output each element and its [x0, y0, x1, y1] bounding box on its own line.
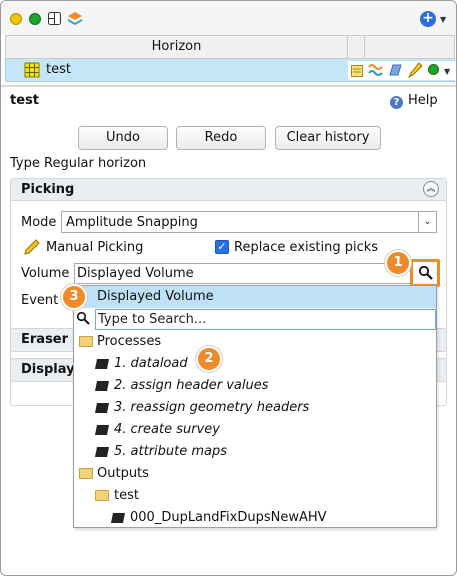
- list-item-label: 2. assign header values: [114, 378, 269, 393]
- dropdown-search-input[interactable]: [96, 310, 426, 329]
- help-label: Help: [408, 93, 438, 108]
- chevron-down-icon[interactable]: ⌄: [418, 212, 436, 232]
- volume-icon: [95, 359, 109, 369]
- redo-button[interactable]: Redo: [176, 126, 266, 150]
- clear-history-button[interactable]: Clear history: [275, 126, 381, 150]
- layers-icon[interactable]: [67, 11, 83, 26]
- volume-search-button[interactable]: [410, 259, 440, 287]
- volume-icon: [111, 513, 125, 523]
- list-item[interactable]: test: [74, 485, 436, 507]
- add-icon[interactable]: +: [420, 11, 436, 27]
- list-item[interactable]: 2. assign header values: [74, 375, 436, 397]
- list-item-label: 000_DupLandFixDupsNewAHV: [130, 510, 327, 525]
- list-item[interactable]: 4. create survey: [74, 419, 436, 441]
- type-label: Type: [10, 156, 40, 171]
- display-title: Display: [21, 362, 75, 377]
- row-label: test: [46, 62, 71, 77]
- list-item[interactable]: 5. attribute maps: [74, 441, 436, 463]
- dropdown-selected-item[interactable]: Displayed Volume: [74, 286, 436, 308]
- volume-icon: [95, 381, 109, 391]
- layout-icon[interactable]: [48, 12, 61, 25]
- replace-picks-checkbox[interactable]: ✓: [215, 240, 229, 254]
- callout-badge: 1: [385, 250, 411, 276]
- list-item-label: Processes: [97, 334, 162, 349]
- dropdown-search-field[interactable]: [95, 309, 436, 330]
- row-tools: ▼: [348, 61, 456, 80]
- search-icon: [418, 265, 433, 280]
- table-header: Horizon: [5, 35, 455, 59]
- pencil-icon: [24, 239, 40, 255]
- list-item[interactable]: Processes: [74, 331, 436, 353]
- collapse-icon[interactable]: ︽: [423, 181, 439, 197]
- yellow-status-icon[interactable]: [10, 13, 22, 25]
- mode-select[interactable]: Amplitude Snapping ⌄: [61, 211, 437, 233]
- horizon-grid-icon: [24, 62, 40, 78]
- list-item[interactable]: 3. reassign geometry headers: [74, 397, 436, 419]
- window: + ▼ Horizon test ▼ test ? Help Undo Redo…: [0, 0, 457, 576]
- list-item-label: 5. attribute maps: [114, 444, 228, 459]
- row-menu-icon[interactable]: ▼: [444, 67, 450, 76]
- wave-icon[interactable]: [368, 63, 383, 77]
- picking-title: Picking: [21, 182, 75, 197]
- eraser-title: Eraser: [21, 332, 69, 347]
- list-item-label: test: [114, 488, 139, 503]
- help-button[interactable]: ? Help: [390, 93, 438, 109]
- undo-button[interactable]: Undo: [78, 126, 168, 150]
- eraser-icon[interactable]: [388, 63, 403, 77]
- replace-picks-label[interactable]: Replace existing picks: [234, 240, 378, 255]
- manual-picking-label[interactable]: Manual Picking: [46, 240, 143, 255]
- pencil-icon[interactable]: [408, 62, 423, 78]
- type-value: Regular horizon: [44, 156, 147, 171]
- volume-value: Displayed Volume: [77, 266, 194, 281]
- folder-icon: [79, 336, 93, 347]
- callout-badge: 3: [61, 284, 87, 310]
- volume-icon: [95, 403, 109, 413]
- volume-dropdown: Displayed Volume Processes 1. dataload 2…: [73, 285, 437, 528]
- picking-header[interactable]: Picking ︽: [11, 179, 446, 201]
- volume-icon: [95, 447, 109, 457]
- type-line: Type Regular horizon: [10, 156, 146, 171]
- volume-field[interactable]: Displayed Volume: [74, 263, 413, 284]
- list-item-label: 3. reassign geometry headers: [114, 400, 310, 415]
- panel-title: test: [10, 93, 39, 108]
- folder-icon: [95, 490, 109, 501]
- green-status-icon[interactable]: [29, 13, 41, 25]
- column-header-extra[interactable]: [348, 36, 365, 58]
- note-icon[interactable]: [351, 65, 363, 77]
- list-item[interactable]: 000_DupLandFixDupsNewAHV: [74, 507, 436, 529]
- mode-value: Amplitude Snapping: [66, 215, 198, 230]
- chevron-down-icon[interactable]: ▼: [440, 15, 446, 24]
- visibility-icon[interactable]: [428, 64, 439, 75]
- table-row[interactable]: test ▼: [5, 59, 456, 82]
- dropdown-selected-label: Displayed Volume: [97, 289, 214, 304]
- event-label: Event: [21, 293, 59, 308]
- list-item-label: Outputs: [97, 466, 149, 481]
- folder-icon: [79, 468, 93, 479]
- list-item[interactable]: 1. dataload: [74, 353, 436, 375]
- search-icon: [76, 311, 90, 325]
- volume-label: Volume: [21, 266, 70, 281]
- list-item[interactable]: Outputs: [74, 463, 436, 485]
- mode-label: Mode: [21, 215, 57, 230]
- help-icon: ?: [390, 96, 403, 109]
- top-toolbar: + ▼: [1, 1, 456, 35]
- callout-badge: 2: [196, 346, 222, 372]
- column-header-horizon[interactable]: Horizon: [6, 36, 348, 58]
- list-item-label: 1. dataload: [114, 356, 188, 371]
- volume-icon: [95, 425, 109, 435]
- divider: [1, 85, 456, 87]
- list-item-label: 4. create survey: [114, 422, 220, 437]
